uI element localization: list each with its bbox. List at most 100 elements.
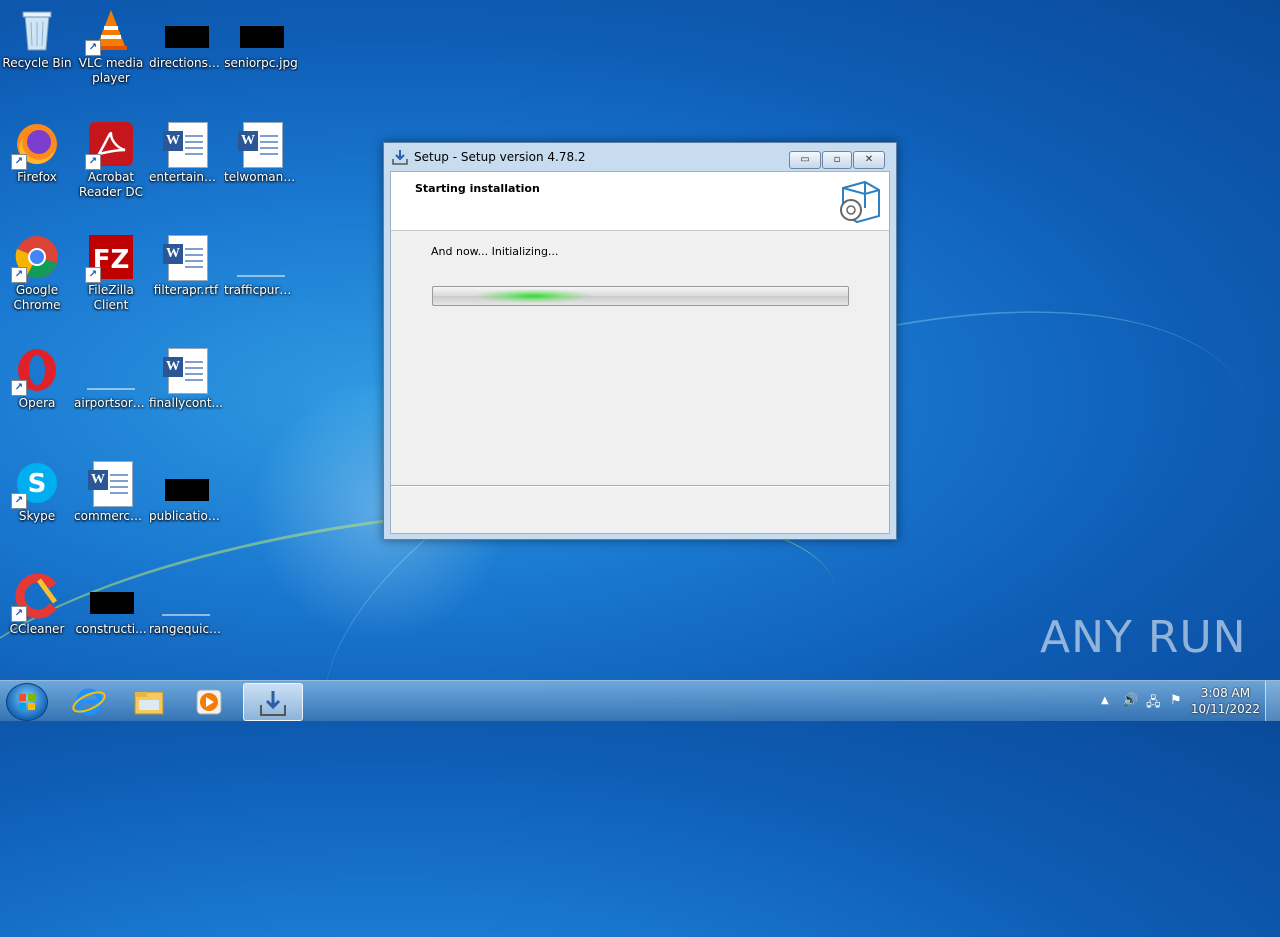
action-center-flag-icon[interactable]: ⚑	[1170, 693, 1182, 708]
window-title: Setup - Setup version 4.78.2	[414, 150, 586, 164]
desktop-icon-label: Acrobat Reader DC	[79, 170, 143, 199]
filezilla-icon: FZ ↗	[85, 233, 135, 283]
desktop-icon-label: Opera	[18, 396, 56, 410]
close-button[interactable]: ✕	[853, 151, 885, 169]
desktop-icon-chrome[interactable]: ↗ Google Chrome	[0, 233, 74, 313]
blank-file-icon	[87, 346, 135, 394]
window-titlebar[interactable]: Setup - Setup version 4.78.2 ▭ ▫ ✕	[384, 143, 896, 171]
desktop-icon-label: VLC media player	[78, 56, 144, 85]
desktop-icon-label: constructi...	[75, 622, 147, 636]
shortcut-arrow-icon: ↗	[85, 154, 101, 170]
shortcut-arrow-icon: ↗	[85, 40, 101, 56]
desktop-icon-label: Skype	[18, 509, 56, 523]
desktop-icon-trafficpurp[interactable]: trafficpurp...	[224, 233, 298, 298]
desktop-icon-directions[interactable]: directionsli...	[149, 6, 223, 71]
word-document-icon: W	[162, 346, 210, 394]
page-title: Starting installation	[415, 182, 540, 195]
footer-divider	[391, 485, 889, 487]
shortcut-arrow-icon: ↗	[11, 606, 27, 622]
desktop-icon-label: entertainm...	[149, 170, 223, 184]
taskbar-setup[interactable]	[243, 683, 303, 721]
desktop-icon-label: telwoman.rtf	[224, 170, 298, 184]
acrobat-icon: ↗	[85, 120, 135, 170]
blank-file-icon	[162, 572, 210, 620]
skype-icon: S ↗	[11, 459, 61, 509]
clock[interactable]: 3:08 AM 10/11/2022	[1191, 685, 1260, 717]
setup-download-icon	[260, 691, 286, 716]
status-text: And now... Initializing...	[431, 245, 559, 258]
media-player-icon	[196, 689, 222, 715]
image-file-icon	[237, 6, 285, 54]
desktop-icon-telwoman[interactable]: W telwoman.rtf	[224, 120, 298, 185]
window-client-area: Starting installation And now... Initial…	[390, 171, 890, 534]
word-document-icon: W	[87, 459, 135, 507]
windows-logo-icon	[19, 694, 35, 710]
ccleaner-icon: ↗	[11, 572, 61, 622]
shortcut-arrow-icon: ↗	[11, 267, 27, 283]
clock-time: 3:08 AM	[1200, 686, 1251, 700]
tray-expand-icon[interactable]: ▲	[1101, 695, 1109, 706]
minimize-button[interactable]: ▭	[789, 151, 821, 169]
progress-pulse	[473, 289, 593, 303]
svg-text:S: S	[28, 469, 47, 499]
clock-date: 10/11/2022	[1190, 702, 1260, 716]
desktop-icon-opera[interactable]: ↗ Opera	[0, 346, 74, 411]
shortcut-arrow-icon: ↗	[11, 154, 27, 170]
setup-window: Setup - Setup version 4.78.2 ▭ ▫ ✕ Start…	[383, 142, 897, 540]
word-document-icon: W	[162, 120, 210, 168]
desktop-icon-airportsort[interactable]: airportsort...	[74, 346, 148, 411]
progress-bar	[432, 286, 849, 306]
image-file-icon	[162, 6, 210, 54]
desktop-icon-filezilla[interactable]: FZ ↗ FileZilla Client	[74, 233, 148, 313]
desktop-icon-finallycont[interactable]: W finallycont...	[149, 346, 223, 411]
install-box-icon	[835, 178, 881, 228]
desktop-icon-commerce[interactable]: W commerce...	[74, 459, 148, 524]
word-document-icon: W	[162, 233, 210, 281]
taskbar-file-explorer[interactable]	[122, 683, 176, 719]
folder-icon	[134, 691, 164, 715]
shortcut-arrow-icon: ↗	[11, 493, 27, 509]
desktop-icon-label: rangequick...	[149, 622, 223, 636]
desktop-icon-label: finallycont...	[149, 396, 223, 410]
desktop-icon-acrobat[interactable]: ↗ Acrobat Reader DC	[74, 120, 148, 200]
taskbar-internet-explorer[interactable]	[62, 683, 116, 719]
volume-icon[interactable]: 🔊	[1122, 693, 1138, 708]
desktop-icon-rangequick[interactable]: rangequick...	[149, 572, 223, 637]
chrome-icon: ↗	[11, 233, 61, 283]
desktop-icon-firefox[interactable]: ↗ Firefox	[0, 120, 74, 185]
restore-button[interactable]: ▫	[822, 151, 852, 169]
desktop-icon-ccleaner[interactable]: ↗ CCleaner	[0, 572, 74, 637]
shortcut-arrow-icon: ↗	[85, 267, 101, 283]
taskbar: ▲ 🔊 🖧 ⚑ 3:08 AM 10/11/2022	[0, 680, 1280, 721]
desktop-icon-label: trafficpurp...	[224, 283, 298, 297]
desktop-icon-label: commerce...	[74, 509, 148, 523]
vlc-icon: ↗	[85, 6, 135, 56]
desktop-icon-label: CCleaner	[9, 622, 65, 636]
desktop-icon-seniorpc[interactable]: seniorpc.jpg	[224, 6, 298, 71]
desktop-icon-recycle-bin[interactable]: Recycle Bin	[0, 6, 74, 71]
word-document-icon: W	[237, 120, 285, 168]
desktop-icon-label: filterapr.rtf	[153, 283, 219, 297]
desktop-icon-label: airportsort...	[74, 396, 148, 410]
desktop-icon-label: FileZilla Client	[88, 283, 134, 312]
blank-file-icon	[237, 233, 285, 281]
taskbar-media-player[interactable]	[182, 683, 236, 719]
desktop-icon-label: publication...	[149, 509, 223, 523]
desktop-icon-skype[interactable]: S ↗ Skype	[0, 459, 74, 524]
desktop-icon-label: directionsli...	[149, 56, 223, 70]
desktop-icon-entertainm[interactable]: W entertainm...	[149, 120, 223, 185]
start-button[interactable]	[6, 683, 48, 721]
opera-icon: ↗	[11, 346, 61, 396]
internet-explorer-icon	[72, 688, 106, 716]
show-desktop-button[interactable]	[1265, 681, 1280, 721]
restore-icon: ▫	[833, 154, 841, 165]
network-icon[interactable]: 🖧	[1146, 693, 1161, 715]
wizard-header: Starting installation	[391, 172, 889, 231]
desktop-icon-constructi[interactable]: constructi...	[74, 572, 148, 637]
desktop-icon-label: Recycle Bin	[2, 56, 72, 70]
desktop-icon-vlc[interactable]: ↗ VLC media player	[74, 6, 148, 86]
desktop-icon-label: Google Chrome	[13, 283, 61, 312]
desktop-icon-publication[interactable]: publication...	[149, 459, 223, 524]
setup-download-icon	[392, 149, 408, 165]
desktop-icon-filterapr[interactable]: W filterapr.rtf	[149, 233, 223, 298]
